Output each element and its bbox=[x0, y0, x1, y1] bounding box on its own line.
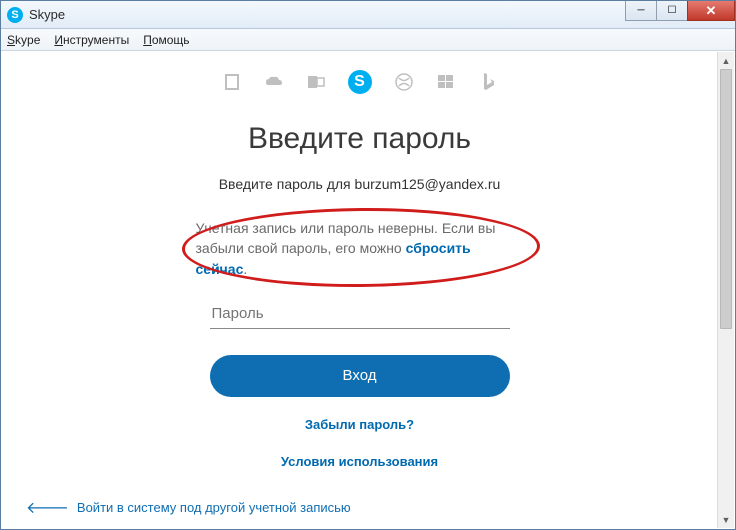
close-button[interactable]: ✕ bbox=[687, 1, 735, 21]
back-link[interactable]: 🡐 Войти в систему под другой учетной зап… bbox=[26, 497, 351, 518]
windows-icon bbox=[436, 72, 456, 92]
page-subheading: Введите пароль для burzum125@yandex.ru bbox=[219, 176, 501, 192]
skype-active-icon: S bbox=[348, 70, 372, 94]
login-panel: S Введите пароль Введите пароль для burz… bbox=[2, 52, 717, 528]
forgot-password-link[interactable]: Забыли пароль? bbox=[305, 417, 414, 432]
error-tail: . bbox=[243, 261, 247, 277]
content-area: S Введите пароль Введите пароль для burz… bbox=[2, 52, 734, 528]
app-window: S Skype ─ ☐ ✕ Skype Инструменты Помощь S… bbox=[0, 0, 736, 530]
window-controls: ─ ☐ ✕ bbox=[626, 1, 735, 21]
arrow-left-icon: 🡐 bbox=[26, 497, 69, 518]
menu-skype[interactable]: Skype bbox=[7, 33, 40, 47]
maximize-button[interactable]: ☐ bbox=[656, 1, 688, 21]
scroll-thumb[interactable] bbox=[720, 69, 732, 329]
window-title: Skype bbox=[29, 7, 65, 22]
xbox-icon bbox=[394, 72, 414, 92]
page-heading: Введите пароль bbox=[248, 122, 471, 156]
back-link-label: Войти в систему под другой учетной запис… bbox=[77, 500, 351, 515]
outlook-icon bbox=[306, 72, 326, 92]
vertical-scrollbar[interactable]: ▲ ▼ bbox=[717, 52, 734, 528]
error-message: Учетная запись или пароль неверны. Если … bbox=[190, 214, 530, 283]
onedrive-icon bbox=[264, 72, 284, 92]
minimize-button[interactable]: ─ bbox=[625, 1, 657, 21]
bing-icon bbox=[478, 72, 498, 92]
scroll-down-arrow[interactable]: ▼ bbox=[718, 511, 734, 528]
skype-icon: S bbox=[7, 7, 23, 23]
menu-help[interactable]: Помощь bbox=[143, 33, 189, 47]
password-input[interactable] bbox=[210, 301, 510, 329]
menu-tools[interactable]: Инструменты bbox=[54, 33, 129, 47]
menubar: Skype Инструменты Помощь bbox=[1, 29, 735, 51]
login-button[interactable]: Вход bbox=[210, 355, 510, 397]
scroll-up-arrow[interactable]: ▲ bbox=[718, 52, 734, 69]
terms-link[interactable]: Условия использования bbox=[281, 454, 438, 469]
titlebar: S Skype ─ ☐ ✕ bbox=[1, 1, 735, 29]
service-icons: S bbox=[222, 70, 498, 94]
office-icon bbox=[222, 72, 242, 92]
